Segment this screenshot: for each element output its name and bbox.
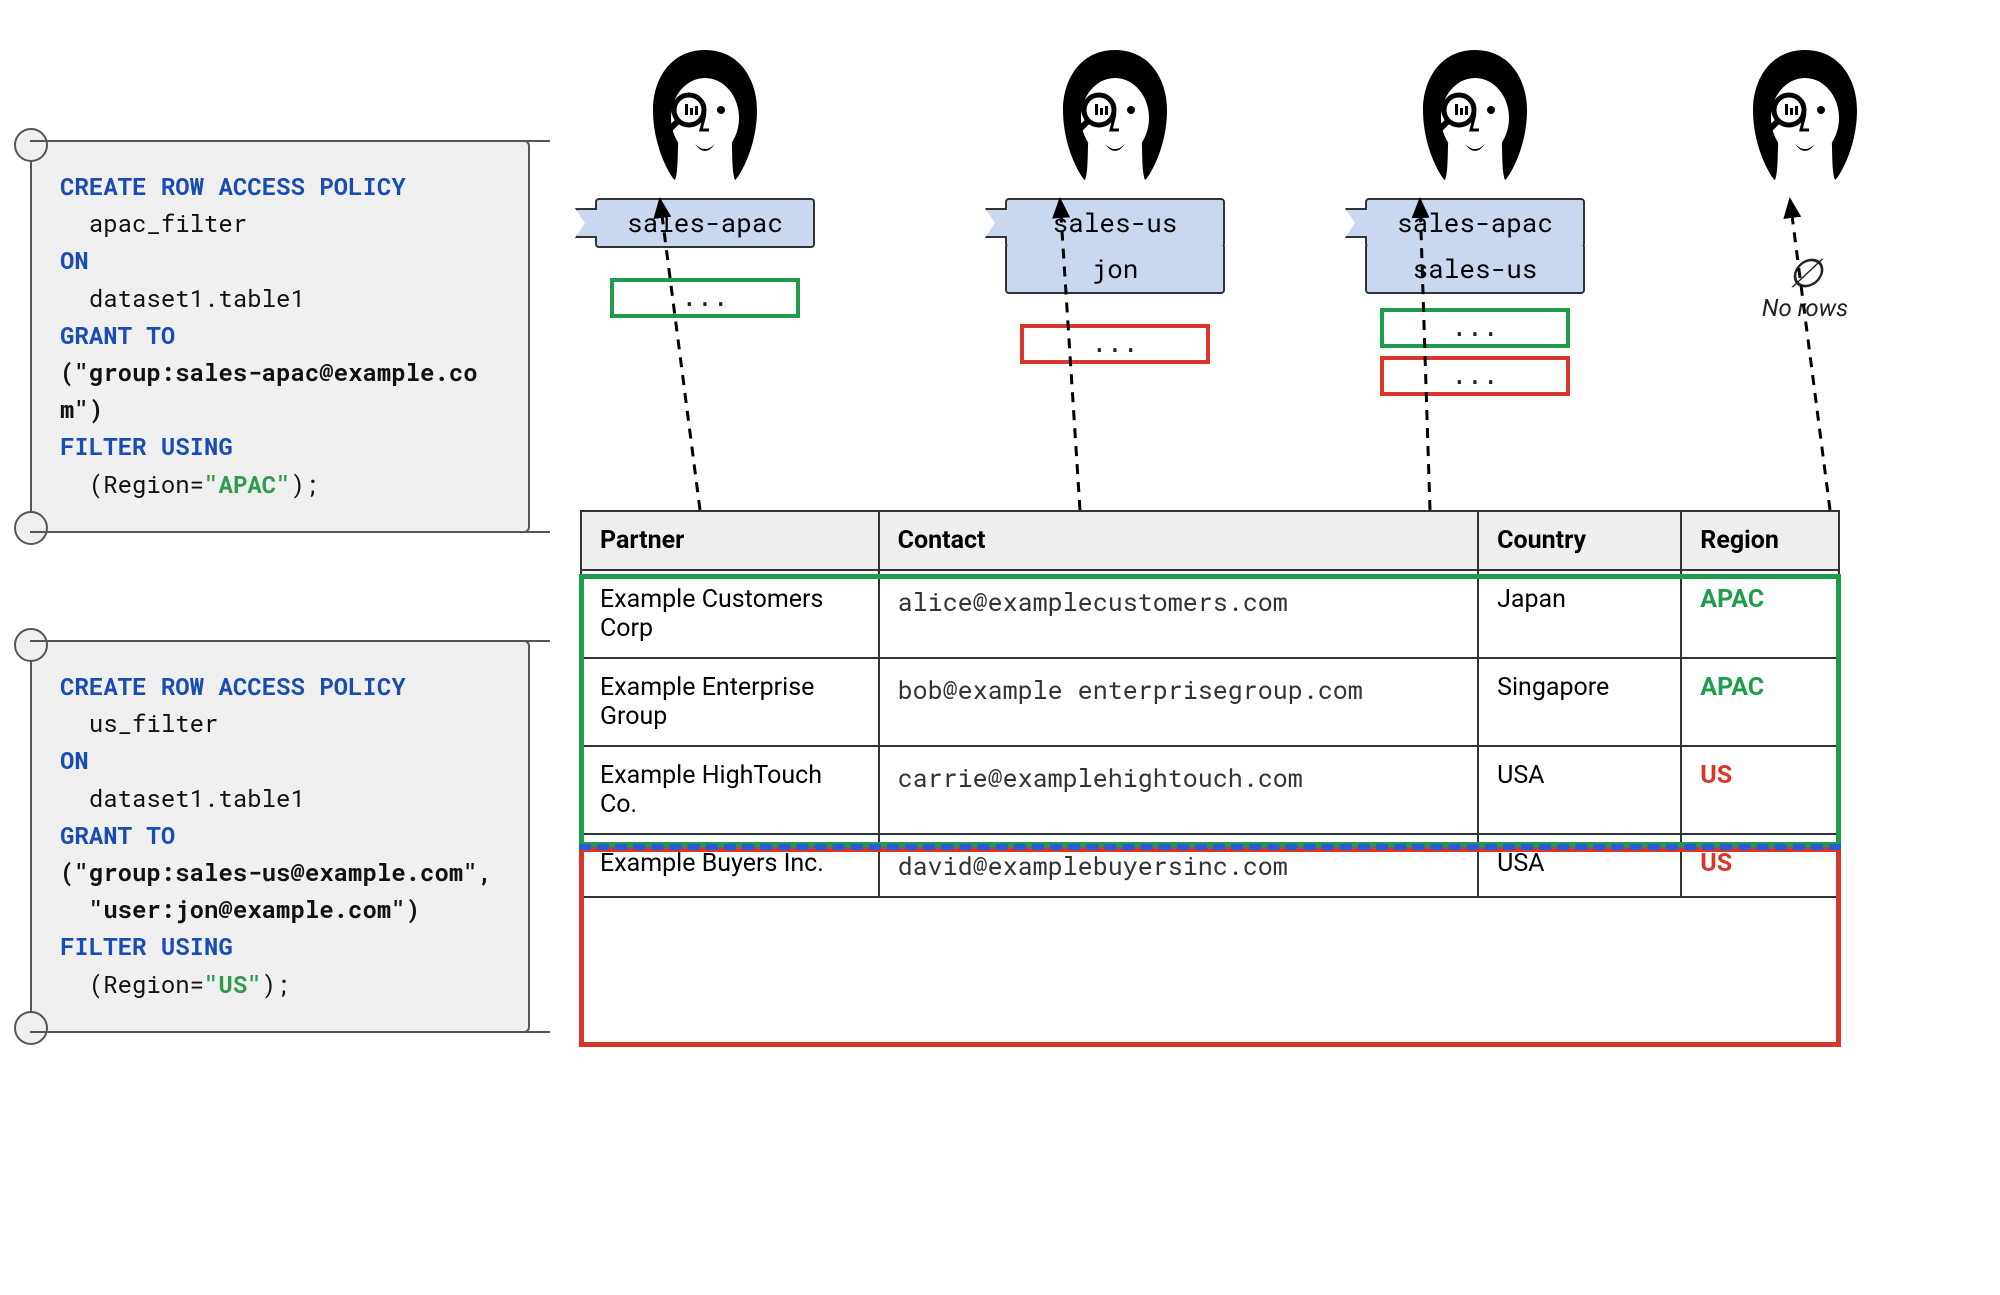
analyst-icon bbox=[1050, 40, 1180, 194]
result-row-indicator: ... bbox=[1380, 308, 1570, 348]
cell-contact: bob@example enterprisegroup.com bbox=[879, 658, 1478, 746]
result-row-indicator: ... bbox=[1380, 356, 1570, 396]
filter-expr-open: (Region= bbox=[89, 968, 204, 1000]
user-flag: jon bbox=[1005, 246, 1225, 294]
filter-value: "APAC" bbox=[204, 468, 290, 500]
result-row-indicator: ... bbox=[1020, 324, 1210, 364]
filter-expr-open: (Region= bbox=[89, 468, 204, 500]
flag-label: jon bbox=[1092, 252, 1139, 286]
col-country: Country bbox=[1478, 511, 1681, 570]
policy-name: us_filter bbox=[89, 707, 219, 739]
grant-list: ("group:sales-apac@example.com") bbox=[60, 356, 478, 425]
col-partner: Partner bbox=[581, 511, 879, 570]
sql-keyword: FILTER USING bbox=[60, 930, 233, 962]
no-rows-text: No rows bbox=[1650, 294, 1960, 322]
cell-contact: alice@examplecustomers.com bbox=[879, 570, 1478, 658]
table-row: Example Buyers Inc. david@examplebuyersi… bbox=[581, 834, 1839, 897]
sql-keyword: GRANT TO bbox=[60, 319, 175, 351]
policy-name: apac_filter bbox=[89, 207, 247, 239]
table-ref: dataset1.table1 bbox=[89, 282, 305, 314]
cell-country: Singapore bbox=[1478, 658, 1681, 746]
cell-region: APAC bbox=[1681, 658, 1839, 746]
table-row: Example Customers Corp alice@examplecust… bbox=[581, 570, 1839, 658]
table-ref: dataset1.table1 bbox=[89, 782, 305, 814]
filter-value: "US" bbox=[204, 968, 262, 1000]
col-region: Region bbox=[1681, 511, 1839, 570]
filter-expr-close: ); bbox=[290, 468, 319, 500]
group-flag: sales-us bbox=[1365, 246, 1585, 294]
result-row-indicator: ... bbox=[610, 278, 800, 318]
cell-country: USA bbox=[1478, 834, 1681, 897]
partners-table: Partner Contact Country Region Example C… bbox=[580, 510, 1840, 898]
table-header-row: Partner Contact Country Region bbox=[581, 511, 1839, 570]
sql-keyword: FILTER USING bbox=[60, 430, 233, 462]
persona-sales-us-jon: sales-us jon ... bbox=[960, 40, 1270, 364]
flag-label: sales-apac bbox=[627, 206, 783, 240]
analyst-icon bbox=[640, 40, 770, 194]
filter-expr-close: ); bbox=[262, 968, 291, 1000]
sql-keyword: ON bbox=[60, 244, 89, 276]
grant-list: ("group:sales-us@example.com", "user:jon… bbox=[60, 856, 492, 925]
cell-partner: Example Enterprise Group bbox=[581, 658, 879, 746]
group-flag: sales-apac bbox=[595, 198, 815, 248]
persona-sales-apac: sales-apac ... bbox=[550, 40, 860, 318]
policy-scroll-apac: CREATE ROW ACCESS POLICY apac_filter ON … bbox=[30, 140, 530, 533]
group-flag: sales-apac bbox=[1365, 198, 1585, 248]
cell-contact: carrie@examplehightouch.com bbox=[879, 746, 1478, 834]
cell-partner: Example Buyers Inc. bbox=[581, 834, 879, 897]
flag-label: sales-apac bbox=[1397, 206, 1553, 240]
cell-country: USA bbox=[1478, 746, 1681, 834]
cell-partner: Example Customers Corp bbox=[581, 570, 879, 658]
no-rows-indicator: ∅ No rows bbox=[1650, 254, 1960, 322]
col-contact: Contact bbox=[879, 511, 1478, 570]
cell-region: US bbox=[1681, 834, 1839, 897]
persona-both-groups: sales-apac sales-us ... ... bbox=[1320, 40, 1630, 396]
sql-keyword: CREATE ROW ACCESS POLICY bbox=[60, 170, 406, 202]
sql-keyword: ON bbox=[60, 744, 89, 776]
cell-region: US bbox=[1681, 746, 1839, 834]
table-row: Example HighTouch Co. carrie@examplehigh… bbox=[581, 746, 1839, 834]
analyst-icon bbox=[1740, 40, 1870, 194]
sql-keyword: CREATE ROW ACCESS POLICY bbox=[60, 670, 406, 702]
table-row: Example Enterprise Group bob@example ent… bbox=[581, 658, 1839, 746]
cell-contact: david@examplebuyersinc.com bbox=[879, 834, 1478, 897]
flag-label: sales-us bbox=[1413, 252, 1538, 286]
sql-keyword: GRANT TO bbox=[60, 819, 175, 851]
persona-no-access: ∅ No rows bbox=[1650, 40, 1960, 322]
cell-region: APAC bbox=[1681, 570, 1839, 658]
analyst-icon bbox=[1410, 40, 1540, 194]
group-flag: sales-us bbox=[1005, 198, 1225, 248]
cell-partner: Example HighTouch Co. bbox=[581, 746, 879, 834]
flag-label: sales-us bbox=[1053, 206, 1178, 240]
empty-set-icon: ∅ bbox=[1650, 254, 1960, 294]
policy-scroll-us: CREATE ROW ACCESS POLICY us_filter ON da… bbox=[30, 640, 530, 1033]
cell-country: Japan bbox=[1478, 570, 1681, 658]
